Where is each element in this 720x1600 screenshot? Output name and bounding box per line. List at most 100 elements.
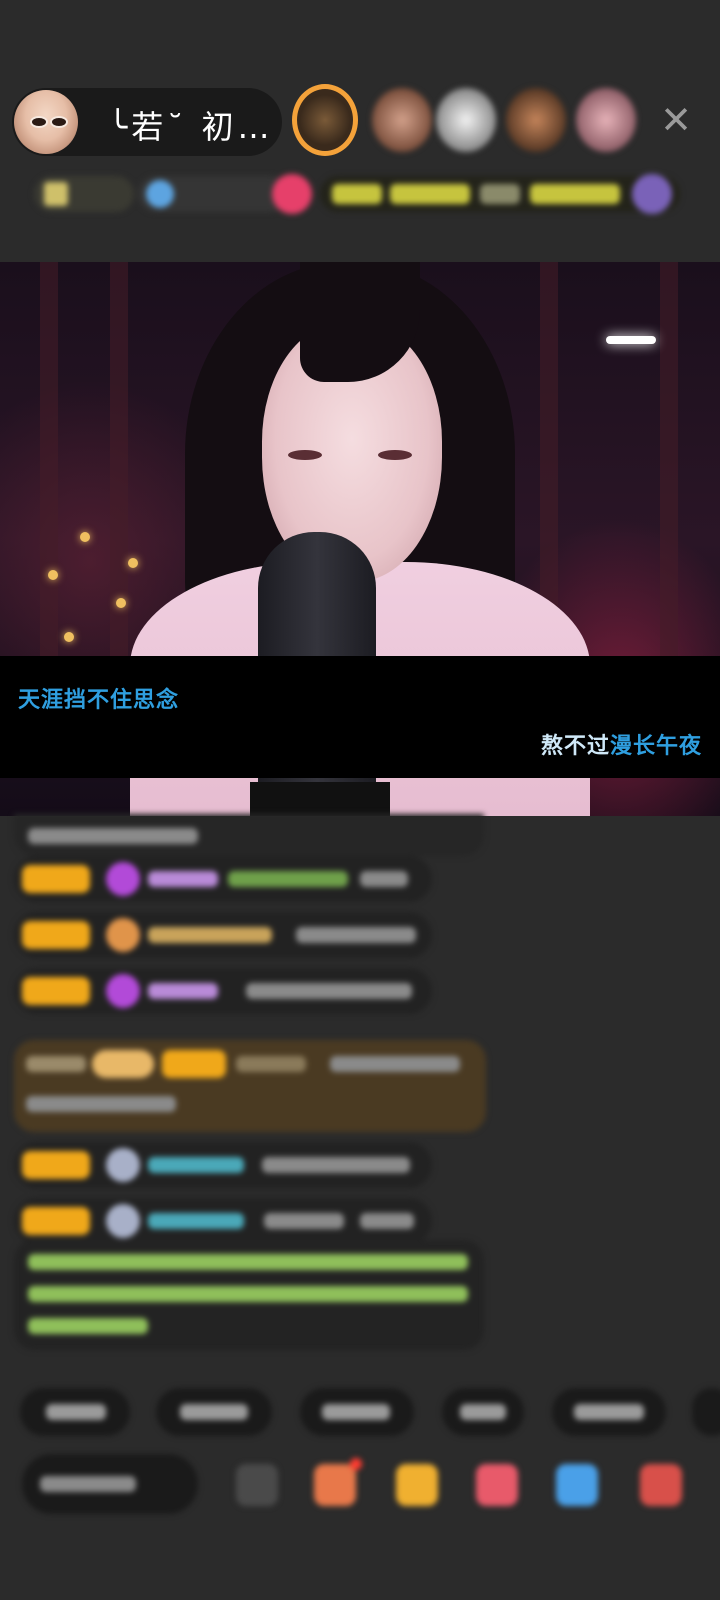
chat-text — [28, 828, 198, 844]
host-info-pill[interactable]: ╰若˘ 初… — [12, 88, 282, 156]
popularity-badge[interactable] — [138, 176, 288, 212]
system-notice-line — [28, 1318, 148, 1334]
quick-reply-label — [180, 1404, 248, 1420]
chat-list[interactable] — [0, 814, 720, 1360]
host-avatar[interactable] — [14, 90, 78, 154]
event-badge-icon[interactable] — [632, 174, 672, 214]
chat-text — [264, 1213, 344, 1229]
chat-username[interactable] — [148, 1213, 244, 1229]
viewer-avatar[interactable] — [436, 88, 496, 152]
diamond-icon — [106, 974, 140, 1008]
level-badge — [22, 1207, 90, 1235]
bokeh-light — [64, 632, 74, 642]
banner-text — [390, 184, 470, 204]
lyrics-overlay: 天涯挡不住思念 熬不过漫长午夜 — [0, 656, 720, 778]
banner-text — [530, 184, 620, 204]
streamer-eye — [288, 450, 322, 460]
quick-reply-label — [574, 1404, 644, 1420]
quick-reply-button[interactable] — [300, 1388, 414, 1436]
quick-reply-button[interactable] — [20, 1388, 130, 1436]
avatar-eye-left — [30, 116, 48, 128]
chat-input[interactable] — [22, 1454, 198, 1514]
chat-message[interactable] — [14, 1142, 432, 1188]
microphone-stand — [250, 782, 390, 816]
lyric-line-1: 天涯挡不住思念 — [18, 688, 180, 713]
system-notice-line — [28, 1254, 468, 1270]
quick-reply-button[interactable] — [156, 1388, 272, 1436]
game-icon[interactable] — [556, 1464, 598, 1506]
system-notice — [14, 1240, 484, 1350]
gift-icon[interactable] — [640, 1464, 682, 1506]
viewer-avatar[interactable] — [506, 88, 566, 152]
announcement-banner[interactable] — [320, 176, 680, 212]
chat-message[interactable] — [14, 912, 432, 958]
quick-reply-row — [0, 1388, 720, 1438]
popularity-icon — [146, 180, 174, 208]
chat-username[interactable] — [148, 983, 218, 999]
quick-reply-button[interactable] — [692, 1388, 720, 1436]
chat-message[interactable] — [14, 856, 432, 902]
gift-badge-icon[interactable] — [272, 174, 312, 214]
top-viewer-avatar[interactable] — [292, 84, 358, 156]
gift-message[interactable] — [14, 1040, 486, 1132]
bokeh-light — [116, 598, 126, 608]
user-avatar — [106, 1204, 140, 1238]
chat-text — [360, 871, 408, 887]
background-lamp — [606, 336, 656, 344]
level-badge — [22, 977, 90, 1005]
quick-reply-label — [46, 1404, 106, 1420]
chat-text — [330, 1056, 460, 1072]
diamond-icon — [106, 862, 140, 896]
banner-text — [480, 184, 520, 204]
streamer-eye — [378, 450, 412, 460]
chat-username — [236, 1056, 306, 1072]
gift-box-icon[interactable] — [396, 1464, 438, 1506]
quick-reply-label — [460, 1404, 506, 1420]
banner-text — [332, 184, 382, 204]
chat-text — [26, 1056, 86, 1072]
close-icon[interactable]: ✕ — [656, 100, 696, 140]
shop-icon[interactable] — [314, 1464, 356, 1506]
chat-message[interactable] — [14, 814, 484, 856]
bokeh-light — [80, 532, 90, 542]
viewer-avatar[interactable] — [372, 88, 432, 152]
level-badge — [162, 1050, 226, 1078]
viewer-avatar[interactable] — [576, 88, 636, 152]
bokeh-light — [128, 558, 138, 568]
chat-message[interactable] — [14, 1198, 432, 1244]
quick-reply-button[interactable] — [442, 1388, 524, 1436]
quick-reply-button[interactable] — [552, 1388, 666, 1436]
lyric-line-2: 熬不过漫长午夜 — [541, 728, 702, 760]
quick-reply-label — [322, 1404, 390, 1420]
chat-text — [246, 983, 412, 999]
user-avatar — [106, 1148, 140, 1182]
emoji-icon[interactable] — [236, 1464, 278, 1506]
lyric-line-2-sung: 熬不过 — [540, 734, 610, 759]
chat-username[interactable] — [148, 871, 218, 887]
background-curtain — [660, 262, 678, 662]
chat-text — [262, 1157, 410, 1173]
gift-icon — [92, 1050, 154, 1078]
chat-text — [26, 1096, 176, 1112]
host-name[interactable]: ╰若˘ 初… — [108, 102, 273, 148]
bokeh-light — [48, 570, 58, 580]
level-badge — [22, 865, 90, 893]
fan-badge-icon — [106, 918, 140, 952]
lucky-bag-icon[interactable] — [476, 1464, 518, 1506]
rank-badge[interactable] — [34, 176, 134, 212]
chat-text — [360, 1213, 414, 1229]
background-curtain — [40, 262, 58, 662]
chat-username[interactable] — [148, 927, 272, 943]
room-badge-row — [20, 172, 700, 216]
system-notice-line — [28, 1286, 468, 1302]
chat-message[interactable] — [14, 968, 432, 1014]
rank-icon — [44, 182, 68, 206]
chat-username[interactable] — [148, 1157, 244, 1173]
chat-input-placeholder — [40, 1476, 136, 1492]
level-badge — [22, 1151, 90, 1179]
bottom-bar — [0, 1454, 720, 1518]
avatar-eye-right — [50, 116, 68, 128]
chat-text — [296, 927, 416, 943]
notification-dot — [350, 1458, 362, 1470]
chat-text — [228, 871, 348, 887]
